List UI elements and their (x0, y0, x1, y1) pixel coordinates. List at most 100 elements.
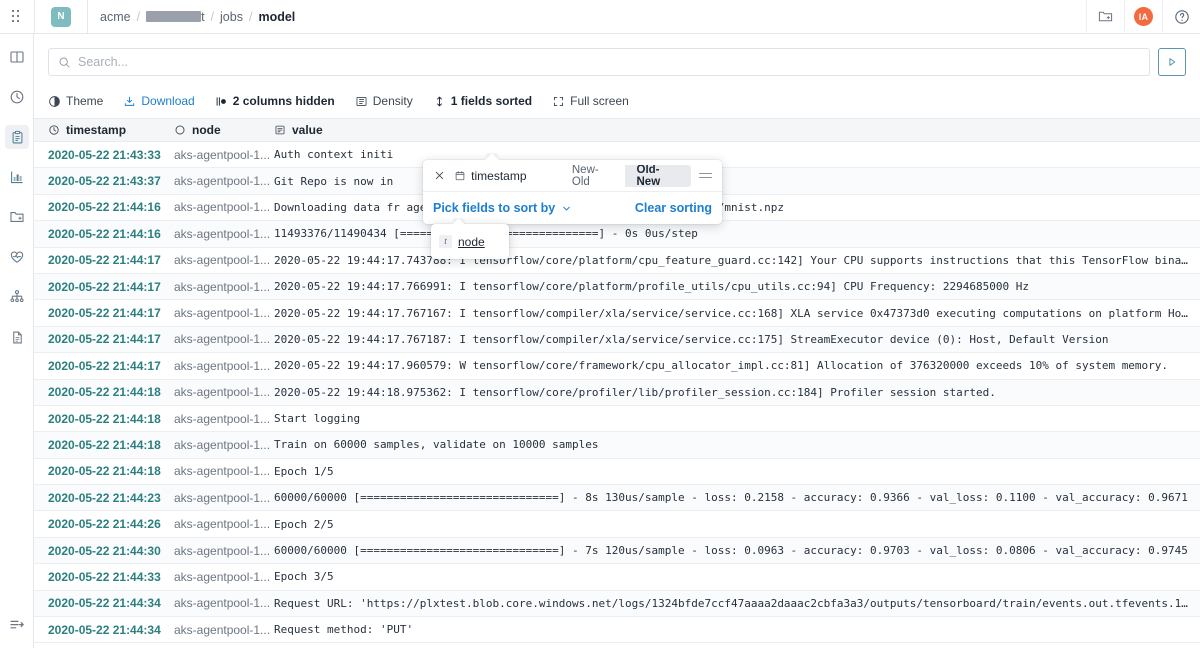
column-header-value[interactable]: value (274, 123, 1200, 137)
cell-timestamp: 2020-05-22 21:44:30 (48, 543, 161, 558)
table-row[interactable]: 2020-05-22 21:44:30 aks-agentpool-1... 600… (34, 537, 1200, 565)
breadcrumb-org[interactable]: acme (100, 10, 131, 24)
app-logo[interactable]: N (35, 0, 87, 34)
sidebar-item-panels[interactable] (0, 40, 34, 74)
run-query-button[interactable] (1158, 48, 1186, 76)
cell-node: aks-agentpool-1... (174, 174, 271, 189)
pick-fields-label: Pick fields to sort by (433, 201, 556, 215)
redaction-block (146, 11, 202, 22)
drag-handle-icon[interactable] (698, 172, 712, 179)
table-row[interactable]: 2020-05-22 21:44:26 aks-agentpool-1... Epo… (34, 511, 1200, 538)
table-row[interactable]: 2020-05-22 21:44:18 aks-agentpool-1... Tra… (34, 432, 1200, 459)
close-icon[interactable] (433, 169, 446, 183)
table-row[interactable]: 2020-05-22 21:44:17 aks-agentpool-1... 202… (34, 273, 1200, 301)
circle-icon (174, 124, 186, 136)
new-folder-icon[interactable] (1086, 0, 1124, 34)
column-header-node[interactable]: node (174, 123, 274, 137)
download-button[interactable]: Download (113, 88, 204, 114)
cell-timestamp: 2020-05-22 21:44:17 (48, 358, 161, 373)
sidebar-item-health[interactable] (0, 240, 34, 274)
cell-value: Downloading data fr age.googleapis.com/t… (274, 200, 784, 214)
cell-timestamp: 2020-05-22 21:44:18 (48, 411, 161, 426)
sidebar-item-files[interactable] (0, 320, 34, 354)
table-row[interactable]: 2020-05-22 21:44:34 aks-agentpool-1... Req… (34, 617, 1200, 644)
cell-timestamp: 2020-05-22 21:43:33 (48, 147, 161, 162)
clipboard-icon (5, 125, 29, 149)
pick-fields-button[interactable]: Pick fields to sort by (433, 201, 572, 215)
download-label: Download (141, 94, 195, 108)
columns-hidden-button[interactable]: 2 columns hidden (205, 88, 345, 114)
main-panel: Search... Theme Download 2 columns hidde… (34, 34, 1200, 648)
table-row[interactable]: 2020-05-22 21:44:18 aks-agentpool-1... 202… (34, 379, 1200, 406)
cell-node: aks-agentpool-1... (174, 490, 271, 505)
cell-node: aks-agentpool-1... (174, 147, 271, 162)
column-header-label: timestamp (66, 123, 127, 137)
sidebar-item-history[interactable] (0, 80, 34, 114)
cell-node: aks-agentpool-1... (174, 411, 271, 426)
sidebar-item-metrics[interactable] (0, 160, 34, 194)
breadcrumb-project[interactable]: t (146, 10, 205, 24)
cell-node: aks-agentpool-1... (174, 464, 271, 479)
cell-value: Request method: 'PUT' (274, 623, 414, 637)
table-row[interactable]: 2020-05-22 21:44:18 aks-agentpool-1... Epo… (34, 459, 1200, 486)
sidebar-item-logs[interactable] (0, 120, 34, 154)
left-rail (0, 34, 34, 648)
table-row[interactable]: 2020-05-22 21:44:16 aks-agentpool-1... 114… (34, 221, 1200, 248)
sidebar-item-artifacts[interactable] (0, 200, 34, 234)
folder-plus-icon (5, 205, 29, 229)
clock-history-icon (5, 85, 29, 109)
sort-field[interactable]: timestamp (454, 169, 552, 183)
theme-label: Theme (66, 94, 104, 108)
cell-value: 2020-05-22 19:44:17.767167: I tensorflow… (274, 306, 1200, 320)
columns-hidden-label: 2 columns hidden (232, 94, 335, 108)
cell-timestamp: 2020-05-22 21:44:17 (48, 306, 161, 321)
sidebar-item-lineage[interactable] (0, 280, 34, 314)
help-circle-icon[interactable] (1162, 0, 1200, 34)
cell-value: 60000/60000 [===========================… (274, 544, 1188, 558)
rail-footer (0, 602, 34, 642)
table-row[interactable]: 2020-05-22 21:44:18 aks-agentpool-1... Sta… (34, 406, 1200, 433)
table-row[interactable]: 2020-05-22 21:44:23 aks-agentpool-1... 600… (34, 485, 1200, 512)
fields-sorted-button[interactable]: 1 fields sorted (423, 88, 542, 114)
table-row[interactable]: 2020-05-22 21:44:33 aks-agentpool-1... Epo… (34, 564, 1200, 591)
top-bar: N acme / t / jobs / model IA (0, 0, 1200, 34)
field-type-badge: t (439, 235, 452, 248)
table-row[interactable]: 2020-05-22 21:44:34 aks-agentpool-1... Req… (34, 590, 1200, 618)
cell-value: Request URL: 'https://plxtest.blob.core.… (274, 596, 1200, 610)
cell-value: 2020-05-22 19:44:17.767187: I tensorflow… (274, 332, 1109, 346)
cell-timestamp: 2020-05-22 21:44:18 (48, 437, 161, 452)
search-input[interactable]: Search... (48, 48, 1150, 76)
sort-direction-toggle: New-Old Old-New (560, 164, 691, 187)
cell-timestamp: 2020-05-22 21:44:34 (48, 622, 161, 637)
theme-button[interactable]: Theme (48, 88, 113, 114)
table-header-row: timestamp node value (34, 118, 1200, 142)
cell-timestamp: 2020-05-22 21:44:17 (48, 332, 161, 347)
cell-node: aks-agentpool-1... (174, 543, 271, 558)
cell-node: aks-agentpool-1... (174, 596, 271, 611)
sort-option-new-old[interactable]: New-Old (560, 165, 625, 187)
cell-node: aks-agentpool-1... (174, 358, 271, 373)
breadcrumb-section[interactable]: jobs (220, 10, 243, 24)
table-row[interactable]: 2020-05-22 21:44:17 aks-agentpool-1... 202… (34, 300, 1200, 327)
clear-sorting-button[interactable]: Clear sorting (635, 201, 712, 215)
sort-option-old-new[interactable]: Old-New (624, 164, 691, 187)
dropdown-item-node[interactable]: node (458, 235, 485, 249)
popover-caret (485, 153, 499, 160)
avatar[interactable]: IA (1124, 0, 1162, 34)
table-row[interactable]: 2020-05-22 21:44:17 aks-agentpool-1... 202… (34, 353, 1200, 380)
column-header-timestamp[interactable]: timestamp (34, 123, 174, 137)
collapse-panel-icon[interactable] (0, 608, 34, 642)
breadcrumb-current: model (258, 9, 296, 24)
grip-dots-icon[interactable] (0, 0, 34, 34)
cell-value: 11493376/11490434 [=====================… (274, 227, 698, 241)
table-row[interactable]: 2020-05-22 21:44:17 aks-agentpool-1... 202… (34, 248, 1200, 274)
download-icon (123, 95, 136, 108)
full-screen-button[interactable]: Full screen (542, 88, 639, 114)
grid-toolbar: Theme Download 2 columns hidden Density … (48, 86, 639, 116)
density-button[interactable]: Density (345, 88, 423, 114)
table-row[interactable]: 2020-05-22 21:44:17 aks-agentpool-1... 202… (34, 326, 1200, 354)
calendar-icon (454, 170, 466, 182)
cell-timestamp: 2020-05-22 21:44:18 (48, 385, 161, 400)
document-icon (5, 325, 29, 349)
clock-icon (48, 124, 60, 136)
